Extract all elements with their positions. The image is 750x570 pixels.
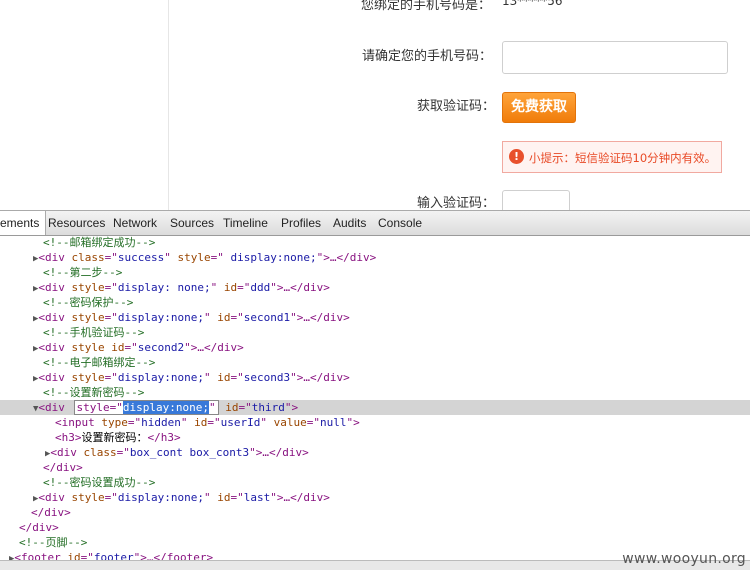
dom-line[interactable]: <!--密码设置成功--> <box>43 475 155 490</box>
watermark: www.wooyun.org <box>622 551 746 567</box>
tab-audits[interactable]: Audits <box>333 216 366 230</box>
dom-line[interactable]: <!--页脚--> <box>19 535 87 550</box>
tab-sources[interactable]: Sources <box>170 216 214 230</box>
dom-tree: <!--邮箱绑定成功--> ▶<div class="success" styl… <box>0 235 750 564</box>
devtools-panel: ements Resources Network Sources Timelin… <box>0 210 750 570</box>
dom-line[interactable]: <!--第二步--> <box>43 265 122 280</box>
dom-line[interactable]: <!--电子邮箱绑定--> <box>43 355 155 370</box>
dom-line[interactable]: ▶<div style="display:none;" id="last">…<… <box>33 490 330 505</box>
dom-line[interactable]: <input type="hidden" id="userId" value="… <box>55 415 360 430</box>
dom-line[interactable]: </div> <box>31 505 71 520</box>
phone-input[interactable] <box>502 41 728 74</box>
dom-line[interactable]: <!--密码保护--> <box>43 295 133 310</box>
dom-line[interactable]: <!--邮箱绑定成功--> <box>43 235 155 250</box>
dom-line[interactable]: <!--手机验证码--> <box>43 325 144 340</box>
dom-line[interactable]: ▶<div style="display:none;" id="second1"… <box>33 310 350 325</box>
dom-line-selected[interactable]: ▼<div style="display:none;" id="third"> <box>33 400 298 415</box>
tab-resources[interactable]: Resources <box>48 216 105 230</box>
code-input[interactable] <box>502 190 570 210</box>
bound-phone-value: 13*****56 <box>502 0 563 8</box>
tab-network[interactable]: Network <box>113 216 157 230</box>
tip-text: 小提示：短信验证码10分钟内有效。 <box>529 151 717 165</box>
dom-line[interactable]: <!--设置新密码--> <box>43 385 144 400</box>
tip-box: ! 小提示：短信验证码10分钟内有效。 <box>502 141 722 173</box>
enter-code-label: 输入验证码： <box>417 196 496 210</box>
dom-line[interactable]: ▶<div style="display: none;" id="ddd">…<… <box>33 280 330 295</box>
tab-elements[interactable]: ements <box>0 211 47 235</box>
selected-attribute-text[interactable]: display:none; <box>122 401 209 414</box>
devtools-tabbar: ements Resources Network Sources Timelin… <box>0 210 750 236</box>
tab-console[interactable]: Console <box>378 216 422 230</box>
dom-line[interactable]: <h3>设置新密码：</h3> <box>55 430 181 445</box>
tab-timeline[interactable]: Timeline <box>223 216 268 230</box>
bound-phone-label: 您绑定的手机号码是： <box>361 0 492 13</box>
get-code-label: 获取验证码： <box>417 99 496 114</box>
dom-line[interactable]: ▶<div class="box_cont box_cont3">…</div> <box>45 445 309 460</box>
free-get-code-button[interactable]: 免费获取 <box>502 92 576 123</box>
dom-line[interactable]: ▶<div style id="second2">…</div> <box>33 340 244 355</box>
web-page: 您绑定的手机号码是： 13*****56 请确定您的手机号码： 获取验证码： 免… <box>0 0 750 210</box>
tab-profiles[interactable]: Profiles <box>281 216 321 230</box>
attribute-edit-box[interactable]: style="display:none;" <box>73 400 219 415</box>
dom-line[interactable]: </div> <box>43 460 83 475</box>
dom-line[interactable]: ▶<div class="success" style=" display:no… <box>33 250 376 265</box>
left-sidebar <box>0 0 169 210</box>
dom-line[interactable]: </div> <box>19 520 59 535</box>
confirm-phone-label: 请确定您的手机号码： <box>362 49 493 64</box>
warning-icon: ! <box>509 149 524 164</box>
dom-line[interactable]: ▶<div style="display:none;" id="second3"… <box>33 370 350 385</box>
